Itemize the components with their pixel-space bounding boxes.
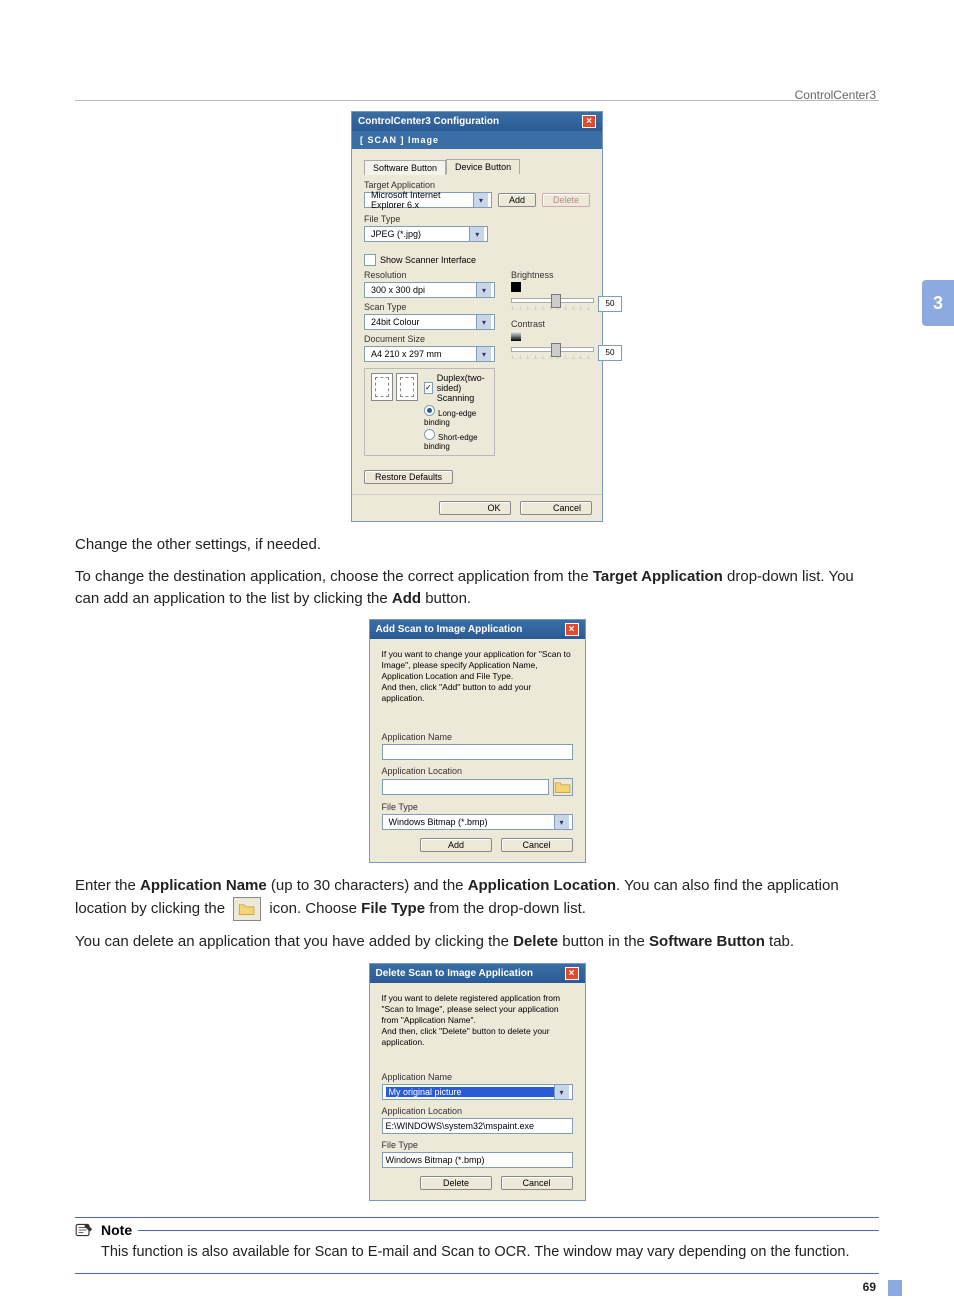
target-app-value: Microsoft Internet Explorer 6.x [368,190,473,210]
header-rule [75,100,879,101]
chevron-down-icon: ▾ [469,227,484,241]
lbl-brightness: Brightness [511,270,622,280]
chevron-down-icon: ▾ [476,283,491,297]
brightness-preview [511,282,521,292]
add-file-type-value: Windows Bitmap (*.bmp) [386,817,554,827]
chapter-tab: 3 [922,280,954,326]
lbl-del-app-name: Application Name [382,1072,573,1082]
add-confirm-button[interactable]: Add [420,838,492,852]
config-title: ControlCenter3 Configuration [358,116,499,127]
lbl-del-file-type: File Type [382,1140,573,1150]
contrast-slider[interactable] [511,347,594,352]
long-edge-radio[interactable] [424,405,435,416]
lbl-duplex: Duplex(two-sided) Scanning [437,373,488,403]
chevron-down-icon: ▾ [476,315,491,329]
tab-software-button[interactable]: Software Button [364,160,446,175]
close-icon[interactable]: × [565,967,579,980]
brightness-value[interactable]: 50 [598,296,622,312]
page-corner-decoration [888,1280,902,1296]
del-app-name-select[interactable]: My original picture ▾ [382,1084,573,1100]
delete-dialog-instruction: If you want to delete registered applica… [382,993,573,1048]
lbl-contrast: Contrast [511,319,622,329]
del-file-type-field: Windows Bitmap (*.bmp) [382,1152,573,1168]
short-edge-radio[interactable] [424,429,435,440]
paragraph-1: Change the other settings, if needed. [75,534,879,556]
file-type-value: JPEG (*.jpg) [368,229,469,239]
config-titlebar: ControlCenter3 Configuration × [352,112,602,131]
page-number: 69 [863,1280,876,1294]
add-dialog-title: Add Scan to Image Application [376,624,523,635]
add-dialog-instruction: If you want to change your application f… [382,649,573,704]
chevron-down-icon: ▾ [554,1085,569,1099]
paragraph-3: Enter the Application Name (up to 30 cha… [75,875,879,921]
del-file-type-value: Windows Bitmap (*.bmp) [386,1155,485,1165]
delete-confirm-button[interactable]: Delete [420,1176,492,1190]
contrast-value[interactable]: 50 [598,345,622,361]
add-button[interactable]: Add [498,193,536,207]
cancel-button[interactable]: Cancel [520,501,592,515]
scan-type-value: 24bit Colour [368,317,476,327]
del-app-name-value: My original picture [386,1087,554,1097]
ok-button[interactable]: OK [439,501,511,515]
delete-dialog-title: Delete Scan to Image Application [376,968,533,979]
brightness-slider[interactable] [511,298,594,303]
close-icon[interactable]: × [582,115,596,128]
file-type-select[interactable]: JPEG (*.jpg) ▾ [364,226,488,242]
add-file-type-select[interactable]: Windows Bitmap (*.bmp) ▾ [382,814,573,830]
show-scanner-interface-checkbox[interactable] [364,254,376,266]
lbl-show-interface: Show Scanner Interface [380,255,476,265]
app-location-input[interactable] [382,779,549,795]
browse-folder-icon [233,897,261,921]
resolution-select[interactable]: 300 x 300 dpi ▾ [364,282,495,298]
duplex-group: ✓Duplex(two-sided) Scanning Long-edge bi… [364,368,495,456]
note-rule [138,1230,879,1231]
del-app-location-value: E:\WINDOWS\system32\mspaint.exe [386,1121,535,1131]
del-app-location-field: E:\WINDOWS\system32\mspaint.exe [382,1118,573,1134]
resolution-value: 300 x 300 dpi [368,285,476,295]
lbl-file-type: File Type [364,214,590,224]
note-title: Note [101,1222,132,1238]
lbl-app-location: Application Location [382,766,573,776]
paragraph-2: To change the destination application, c… [75,566,879,610]
doc-size-value: A4 210 x 297 mm [368,349,476,359]
paragraph-4: You can delete an application that you h… [75,931,879,953]
lbl-doc-size: Document Size [364,334,495,344]
duplex-checkbox[interactable]: ✓ [424,382,433,394]
config-subbar: [ SCAN ] Image [352,131,602,149]
lbl-app-name: Application Name [382,732,573,742]
delete-app-dialog: Delete Scan to Image Application × If yo… [369,963,586,1201]
lbl-target-application: Target Application [364,180,590,190]
lbl-scan-type: Scan Type [364,302,495,312]
app-name-input[interactable] [382,744,573,760]
config-dialog: ControlCenter3 Configuration × [ SCAN ] … [351,111,603,522]
header-product: ControlCenter3 [795,88,876,102]
contrast-preview [511,331,521,341]
add-cancel-button[interactable]: Cancel [501,838,573,852]
scan-type-select[interactable]: 24bit Colour ▾ [364,314,495,330]
chevron-down-icon: ▾ [554,815,569,829]
browse-folder-icon[interactable] [553,778,573,796]
page-icon [396,373,418,401]
add-app-dialog: Add Scan to Image Application × If you w… [369,619,586,863]
add-dialog-titlebar: Add Scan to Image Application × [370,620,585,639]
config-tabs: Software Button Device Button [364,159,590,174]
delete-cancel-button[interactable]: Cancel [501,1176,573,1190]
lbl-del-app-location: Application Location [382,1106,573,1116]
note-box: Note This function is also available for… [75,1217,879,1273]
target-application-select[interactable]: Microsoft Internet Explorer 6.x ▾ [364,192,492,208]
note-pencil-icon [75,1222,95,1238]
tab-device-button[interactable]: Device Button [446,159,520,174]
restore-defaults-button[interactable]: Restore Defaults [364,470,453,484]
doc-size-select[interactable]: A4 210 x 297 mm ▾ [364,346,495,362]
lbl-add-file-type: File Type [382,802,573,812]
close-icon[interactable]: × [565,623,579,636]
note-text: This function is also available for Scan… [101,1242,879,1262]
delete-dialog-titlebar: Delete Scan to Image Application × [370,964,585,983]
page-icon [371,373,393,401]
chevron-down-icon: ▾ [476,347,491,361]
lbl-resolution: Resolution [364,270,495,280]
chevron-down-icon: ▾ [473,193,488,207]
delete-button[interactable]: Delete [542,193,590,207]
